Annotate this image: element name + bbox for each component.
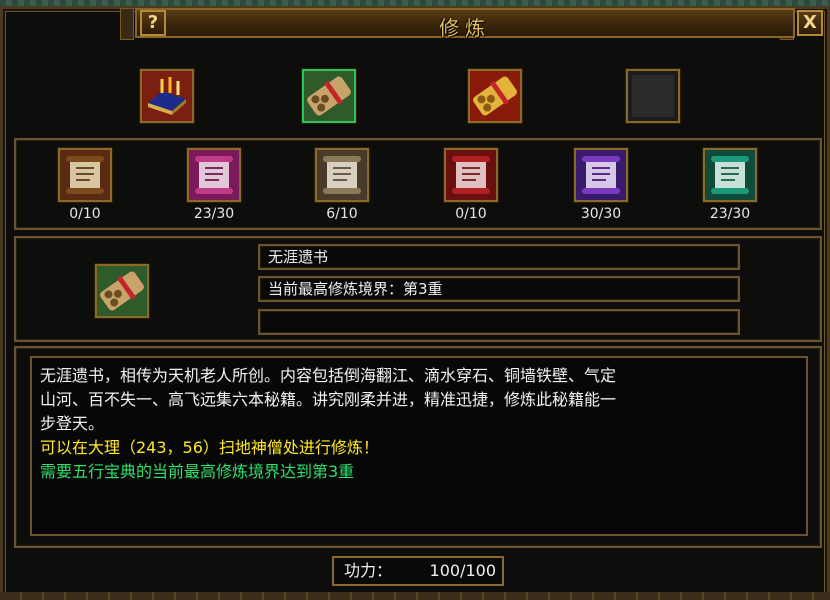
description-line: 步登天。 [40, 414, 105, 433]
red-scroll-icon[interactable] [444, 148, 498, 202]
description-line: 无涯遗书，相传为天机老人所创。内容包括倒海翻江、滴水穿石、铜墙铁壁、气定 [40, 366, 617, 385]
teal-scroll-icon[interactable] [703, 148, 757, 202]
close-button[interactable]: X [797, 10, 823, 36]
title-left-cap [120, 8, 134, 40]
cultivation-window: 修炼 ? X 0/10 23/30 6/10 0/10 30/30 23/30 … [0, 0, 830, 600]
scroll-count: 6/10 [326, 206, 358, 222]
realm-field: 当前最高修炼境界：第3重 [258, 276, 740, 302]
brown-scroll-icon[interactable] [58, 148, 112, 202]
golden-scroll-bundle-icon[interactable] [468, 69, 522, 123]
scroll-count: 30/30 [580, 206, 622, 222]
scroll-count: 23/30 [709, 206, 751, 222]
title-bar[interactable]: 修炼 [135, 8, 795, 40]
power-value: 100/100 [429, 561, 496, 580]
scroll-count: 0/10 [455, 206, 487, 222]
bottom-strip [0, 592, 830, 600]
requirement-text: 需要五行宝典的当前最高修炼境界达到第3重 [40, 462, 355, 481]
gold-book-icon[interactable] [140, 69, 194, 123]
power-box: 功力： 100/100 [332, 556, 504, 586]
scroll-count: 0/10 [69, 206, 101, 222]
extra-field [258, 309, 740, 335]
description-box[interactable]: 无涯遗书，相传为天机老人所创。内容包括倒海翻江、滴水穿石、铜墙铁壁、气定 山河、… [30, 356, 808, 536]
empty-slot-icon[interactable] [626, 69, 680, 123]
window-title: 修炼 [439, 16, 491, 40]
pink-scroll-icon[interactable] [187, 148, 241, 202]
selected-green-scroll-bundle-icon[interactable] [95, 264, 149, 318]
skill-name-field: 无涯遗书 [258, 244, 740, 270]
purple-scroll-icon[interactable] [574, 148, 628, 202]
power-label: 功力： [344, 561, 393, 580]
location-hint: 可以在大理（243，56）扫地神僧处进行修炼！ [40, 438, 379, 457]
green-scroll-bundle-icon[interactable] [302, 69, 356, 123]
grey-scroll-icon[interactable] [315, 148, 369, 202]
scroll-count: 23/30 [193, 206, 235, 222]
help-button[interactable]: ? [140, 10, 166, 36]
description-line: 山河、百不失一、高飞远集六本秘籍。讲究刚柔并进，精准迅捷，修炼此秘籍能一 [40, 390, 617, 409]
